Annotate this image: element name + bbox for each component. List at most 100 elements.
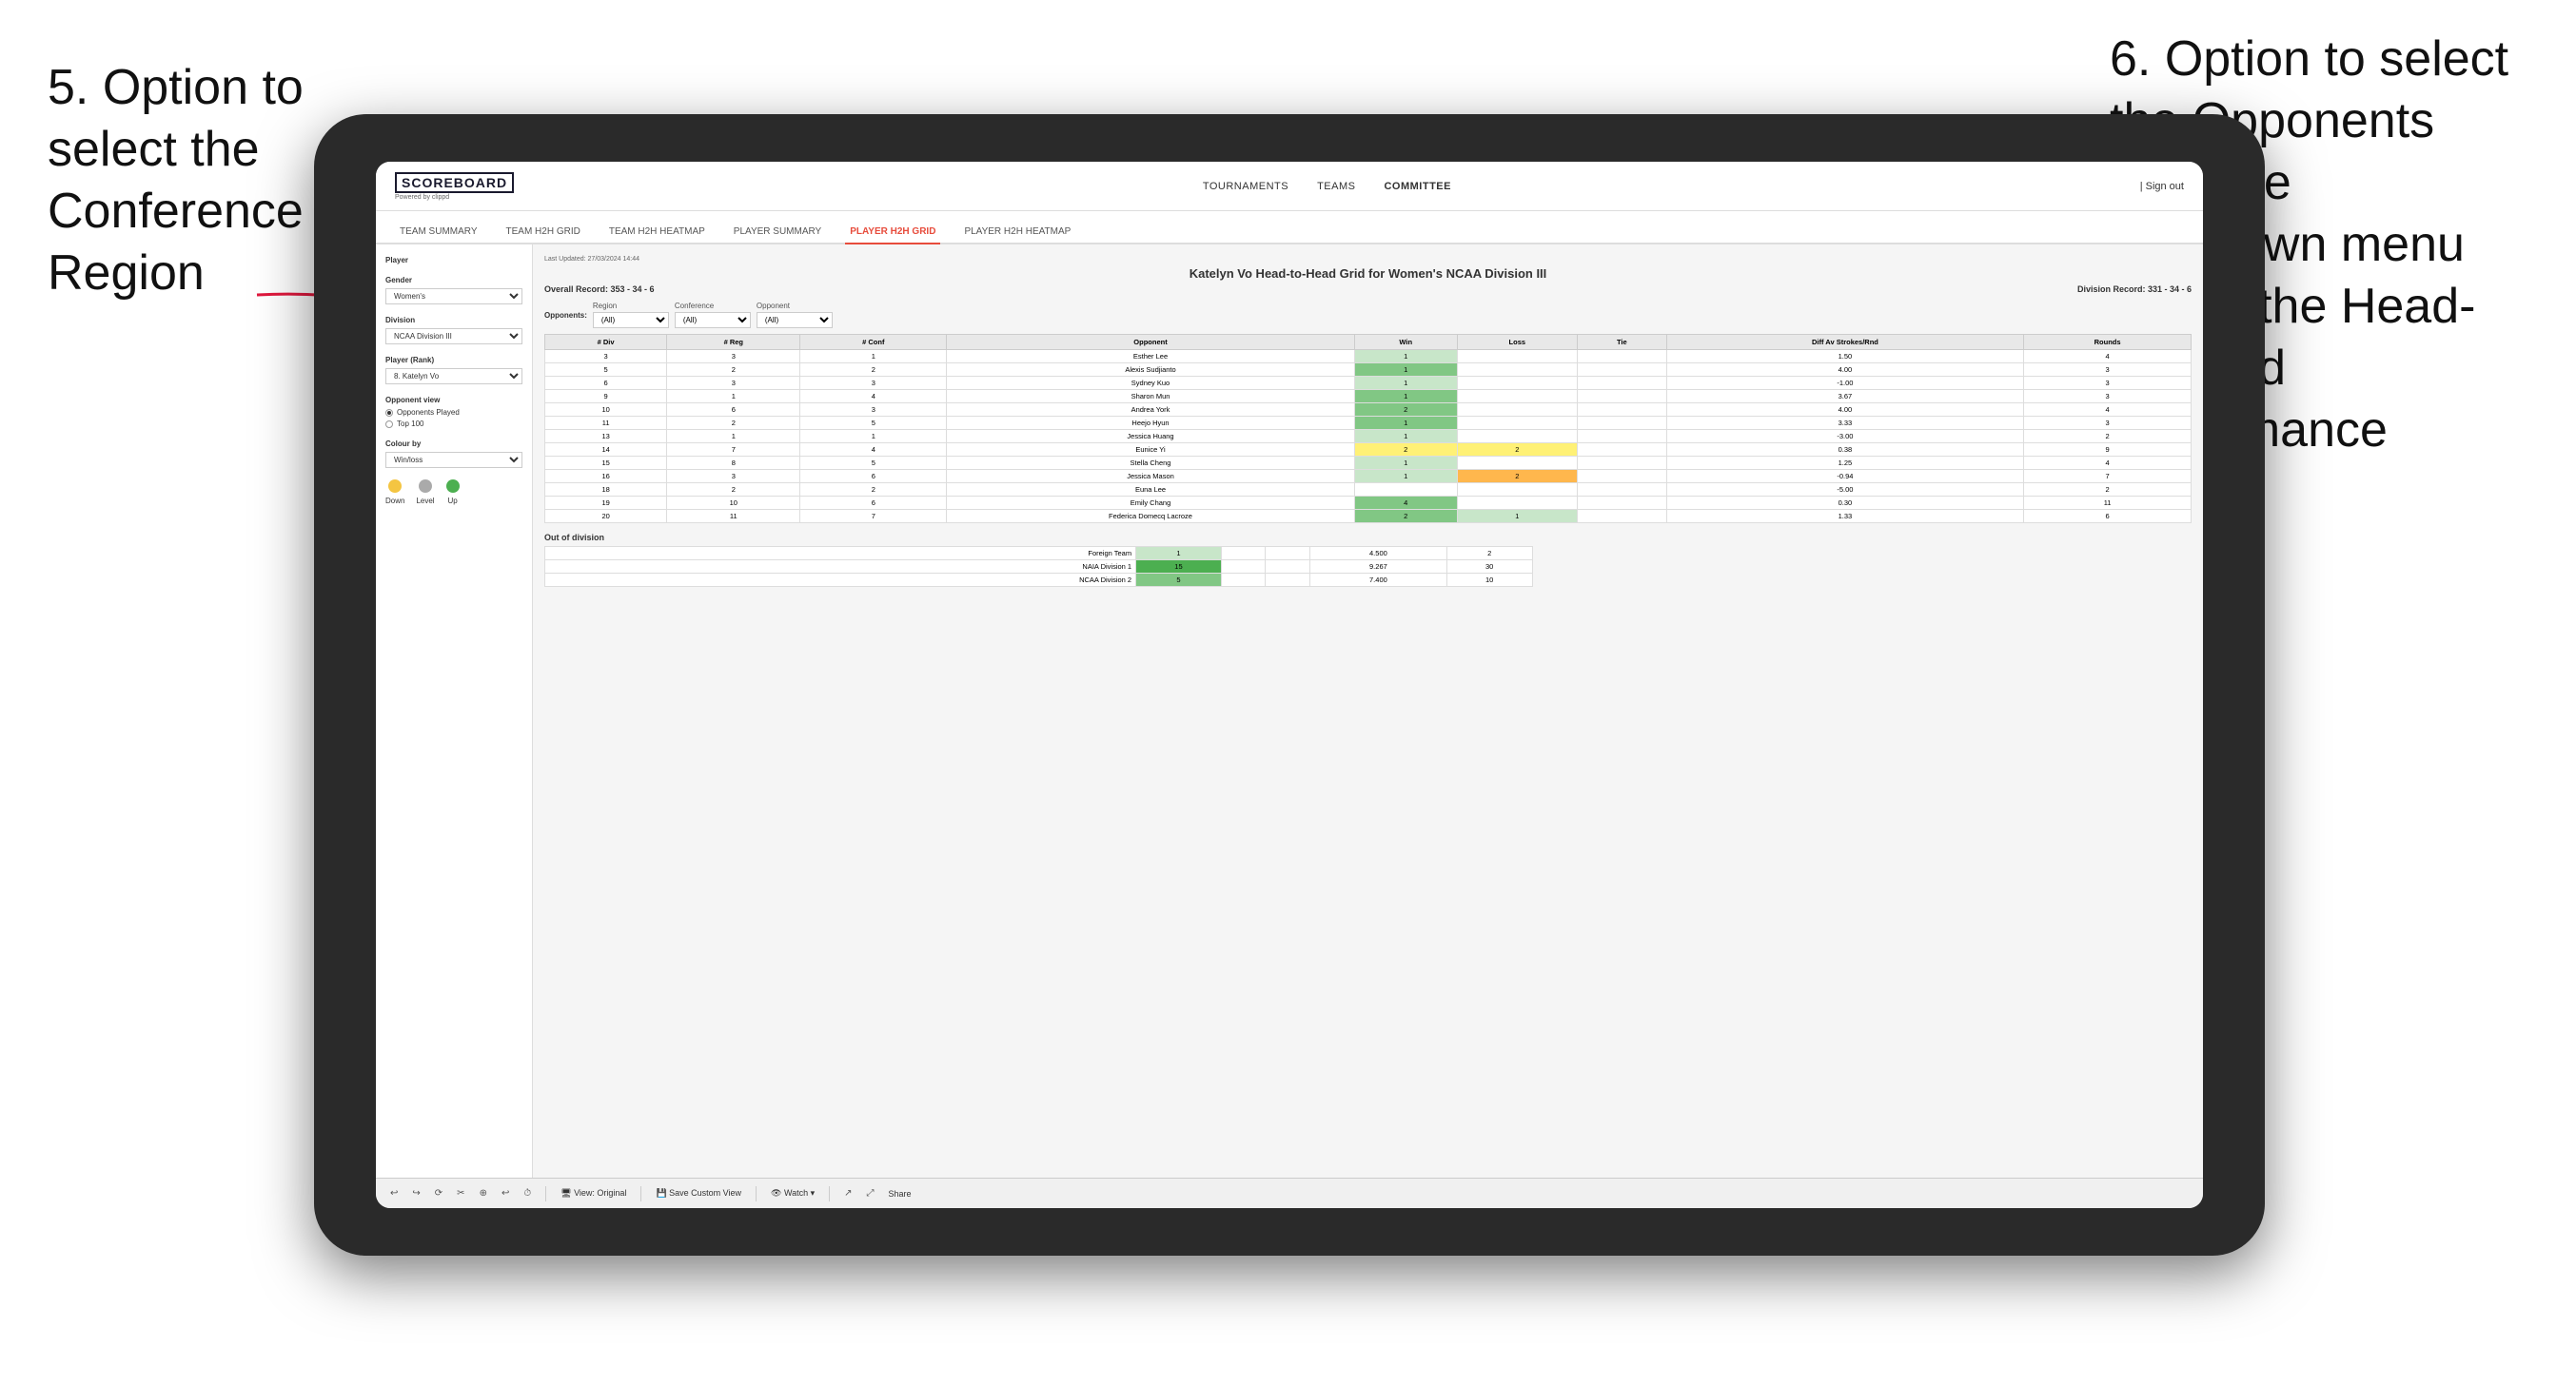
table-row: 13 1 1 Jessica Huang 1 -3.00 2 [545,430,2192,443]
subnav-player-h2h-grid[interactable]: PLAYER H2H GRID [845,221,940,244]
logo-title: SCOREBOARD [395,172,514,193]
panel-player-rank-section: Player (Rank) 8. Katelyn Vo [385,356,522,384]
table-row: 11 2 5 Heejo Hyun 1 3.33 3 [545,417,2192,430]
toolbar-sep-1 [545,1186,546,1201]
table-row: 20 11 7 Federica Domecq Lacroze 2 1 1.33… [545,510,2192,523]
radio-top-100[interactable]: Top 100 [385,420,522,428]
right-content: Last Updated: 27/03/2024 14:44 Katelyn V… [533,244,2203,1178]
subnav-player-h2h-heatmap[interactable]: PLAYER H2H HEATMAP [959,221,1075,244]
division-label: Division [385,316,522,324]
toolbar-cut-icon[interactable]: ✂ [457,1188,464,1199]
radio-opponents-played-circle [385,409,393,417]
nav-teams[interactable]: TEAMS [1317,177,1355,196]
toolbar-back-icon[interactable]: ↩ [501,1188,509,1199]
colour-by-select[interactable]: Win/loss [385,452,522,468]
table-row: 5 2 2 Alexis Sudjianto 1 4.00 3 [545,363,2192,377]
nav-tournaments[interactable]: TOURNAMENTS [1203,177,1288,196]
last-updated: Last Updated: 27/03/2024 14:44 [544,256,2192,263]
h2h-table: # Div # Reg # Conf Opponent Win Loss Tie… [544,334,2192,523]
records-row: Overall Record: 353 - 34 - 6 Division Re… [544,284,2192,294]
opponents-label: Opponents: [544,311,587,320]
toolbar-expand-icon[interactable]: ↗ [844,1188,852,1199]
panel-opponent-view-section: Opponent view Opponents Played Top 100 [385,396,522,428]
opponent-filter-select[interactable]: (All) [757,312,833,328]
division-record: Division Record: 331 - 34 - 6 [2077,284,2192,294]
content-header: Last Updated: 27/03/2024 14:44 Katelyn V… [544,256,2192,294]
panel-colour-by-section: Colour by Win/loss [385,439,522,468]
th-reg: # Reg [667,335,800,350]
colour-up: Up [446,479,460,505]
colour-by-label: Colour by [385,439,522,448]
th-win: Win [1354,335,1457,350]
radio-top-100-circle [385,420,393,428]
subnav-team-h2h-grid[interactable]: TEAM H2H GRID [501,221,585,244]
subnav-team-summary[interactable]: TEAM SUMMARY [395,221,482,244]
player-rank-label: Player (Rank) [385,356,522,364]
filter-opponent-group: Opponent (All) [757,302,833,328]
main-content: Player Gender Women's Division NCAA Divi… [376,244,2203,1178]
table-header-row: # Div # Reg # Conf Opponent Win Loss Tie… [545,335,2192,350]
player-rank-select[interactable]: 8. Katelyn Vo [385,368,522,384]
th-conf: # Conf [800,335,947,350]
table-row: 16 3 6 Jessica Mason 1 2 -0.94 7 [545,470,2192,483]
opponent-filter-label: Opponent [757,302,833,310]
opponent-view-radio-group: Opponents Played Top 100 [385,408,522,428]
colour-dot-level [419,479,432,493]
subnav-team-h2h-heatmap[interactable]: TEAM H2H HEATMAP [604,221,710,244]
colour-dot-up [446,479,460,493]
toolbar-share-label[interactable]: Share [889,1189,912,1199]
radio-opponents-played[interactable]: Opponents Played [385,408,522,417]
conference-filter-label: Conference [675,302,751,310]
panel-gender-section: Gender Women's [385,276,522,304]
table-row: 9 1 4 Sharon Mun 1 3.67 3 [545,390,2192,403]
subnav-player-summary[interactable]: PLAYER SUMMARY [729,221,826,244]
panel-colour-dots-section: Down Level Up [385,479,522,505]
toolbar-save-label[interactable]: 💾 Save Custom View [656,1188,741,1199]
conference-filter-select[interactable]: (All) [675,312,751,328]
table-row: 3 3 1 Esther Lee 1 1.50 4 [545,350,2192,363]
th-opponent: Opponent [947,335,1354,350]
table-row: 6 3 3 Sydney Kuo 1 -1.00 3 [545,377,2192,390]
left-panel: Player Gender Women's Division NCAA Divi… [376,244,533,1178]
nav-links: TOURNAMENTS TEAMS COMMITTEE [1203,177,1451,196]
gender-select[interactable]: Women's [385,288,522,304]
ood-table-row: NAIA Division 1 15 9.267 30 [545,560,1533,574]
region-filter-select[interactable]: (All) [593,312,669,328]
th-diff: Diff Av Strokes/Rnd [1666,335,2023,350]
division-select[interactable]: NCAA Division III [385,328,522,344]
toolbar-undo2-icon[interactable]: ↪ [412,1188,420,1199]
opponent-view-label: Opponent view [385,396,522,404]
gender-label: Gender [385,276,522,284]
bottom-toolbar: ↩ ↪ ⟳ ✂ ⊕ ↩ ⏱ 🖥 View: Original 💾 Save Cu… [376,1178,2203,1208]
logo-sub: Powered by clippd [395,194,449,201]
table-row: 10 6 3 Andrea York 2 4.00 4 [545,403,2192,417]
out-of-division-label: Out of division [544,533,2192,542]
toolbar-sep-2 [640,1186,641,1201]
player-label: Player [385,256,522,264]
toolbar-view-label[interactable]: 🖥 View: Original [560,1188,626,1199]
toolbar-undo-icon[interactable]: ↩ [390,1188,398,1199]
panel-division-section: Division NCAA Division III [385,316,522,344]
table-row: 15 8 5 Stella Cheng 1 1.25 4 [545,457,2192,470]
ood-table-row: Foreign Team 1 4.500 2 [545,547,1533,560]
table-row: 19 10 6 Emily Chang 4 0.30 11 [545,497,2192,510]
table-row: 18 2 2 Euna Lee -5.00 2 [545,483,2192,497]
th-tie: Tie [1577,335,1666,350]
toolbar-timer-icon[interactable]: ⏱ [523,1188,531,1199]
colour-dots-row: Down Level Up [385,479,522,505]
toolbar-sep-4 [829,1186,830,1201]
page-title: Katelyn Vo Head-to-Head Grid for Women's… [544,266,2192,281]
region-filter-label: Region [593,302,669,310]
toolbar-watch-label[interactable]: 👁 Watch ▾ [771,1188,815,1199]
th-loss: Loss [1457,335,1577,350]
toolbar-resize-icon[interactable]: ⤢ [867,1188,875,1199]
filter-conference-group: Conference (All) [675,302,751,328]
nav-sign-out[interactable]: | Sign out [2140,181,2184,192]
panel-player-section: Player [385,256,522,264]
tablet-device: SCOREBOARD Powered by clippd TOURNAMENTS… [314,114,2265,1256]
toolbar-add-icon[interactable]: ⊕ [480,1188,487,1199]
sub-nav: TEAM SUMMARY TEAM H2H GRID TEAM H2H HEAT… [376,211,2203,244]
toolbar-refresh-icon[interactable]: ⟳ [435,1188,442,1199]
th-rounds: Rounds [2024,335,2192,350]
nav-committee[interactable]: COMMITTEE [1384,177,1451,196]
